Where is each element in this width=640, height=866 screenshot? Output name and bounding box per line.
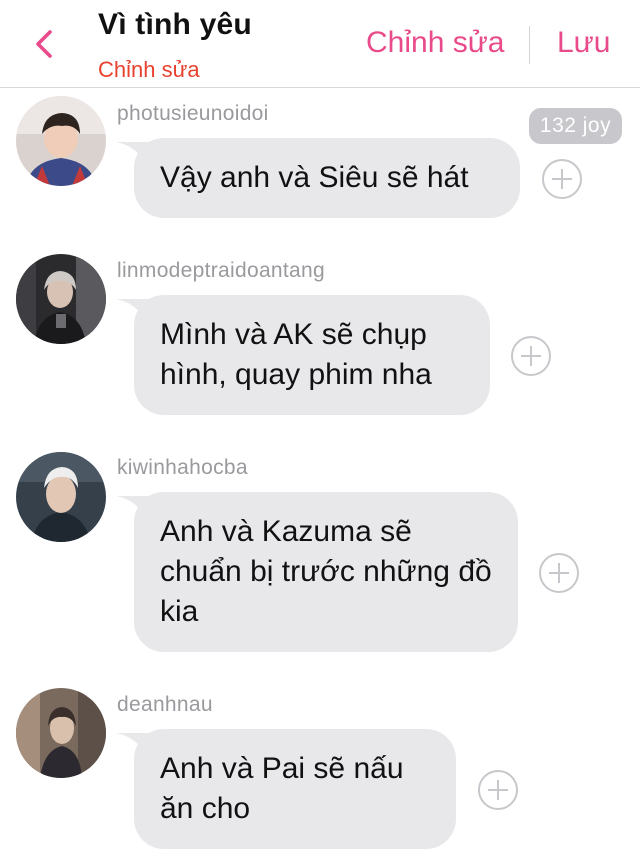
avatar[interactable]: [16, 688, 106, 778]
nav-header: Vì tình yêu Chỉnh sửa Chỉnh sửa Lưu: [0, 0, 640, 88]
page-title: Vì tình yêu: [98, 8, 252, 41]
message-bubble[interactable]: Anh và Pai sẽ nấu ăn cho: [134, 729, 456, 849]
message-bubble[interactable]: Mình và AK sẽ chụp hình, quay phim nha: [134, 295, 490, 415]
plus-circle-icon[interactable]: [509, 334, 553, 378]
avatar[interactable]: [16, 254, 106, 344]
message-username: deanhnau: [117, 693, 213, 716]
header-divider: [529, 26, 530, 64]
plus-circle-icon[interactable]: [476, 768, 520, 812]
chevron-left-icon[interactable]: [30, 26, 60, 62]
message-username: linmodeptraidoantang: [117, 259, 325, 282]
message-bubble[interactable]: Anh và Kazuma sẽ chuẩn bị trước những đồ…: [134, 492, 518, 652]
avatar[interactable]: [16, 96, 106, 186]
avatar[interactable]: [16, 452, 106, 542]
save-button[interactable]: Lưu: [557, 26, 610, 60]
page-subtitle: Chỉnh sửa: [98, 57, 200, 82]
joy-badge: 132 joy: [529, 108, 622, 144]
plus-circle-icon[interactable]: [537, 551, 581, 595]
message-bubble[interactable]: Vậy anh và Siêu sẽ hát: [134, 138, 520, 218]
message-username: kiwinhahocba: [117, 456, 248, 479]
plus-circle-icon[interactable]: [540, 157, 584, 201]
edit-button[interactable]: Chỉnh sửa: [366, 26, 505, 60]
message-username: photusieunoidoi: [117, 102, 269, 125]
